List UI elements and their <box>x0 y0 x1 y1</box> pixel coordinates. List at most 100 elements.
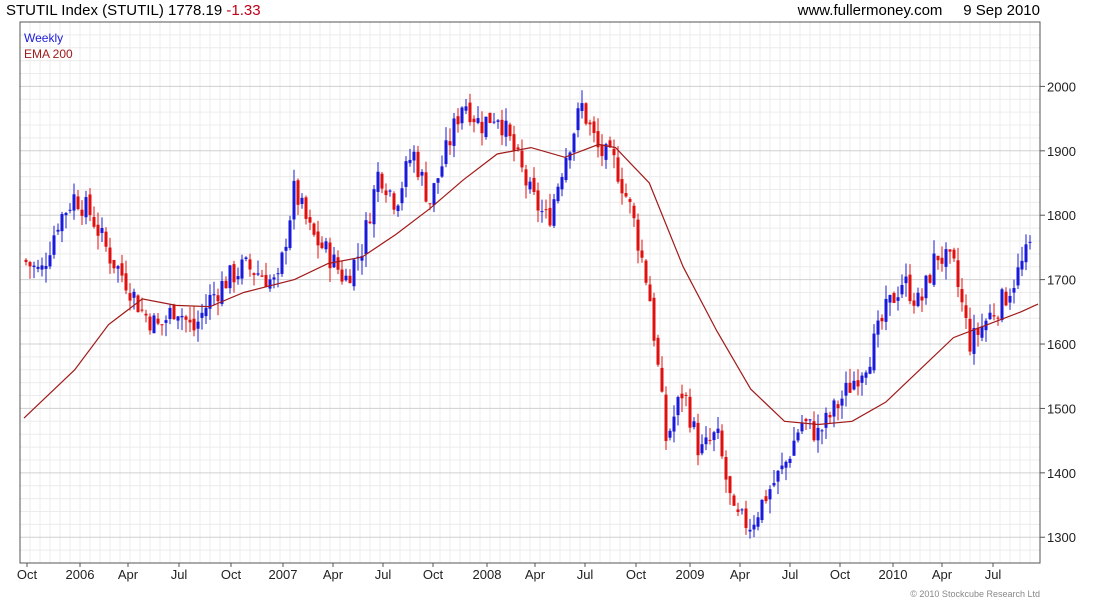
candle-down <box>720 430 724 457</box>
candle-down <box>316 231 320 246</box>
candle-down <box>512 134 516 151</box>
candle-down <box>856 380 860 387</box>
legend-ema: EMA 200 <box>24 47 73 61</box>
candle-up <box>540 211 544 213</box>
candle-down <box>588 122 592 125</box>
x-tick-label: 2009 <box>676 567 705 582</box>
candle-down <box>312 223 316 235</box>
candle-up <box>884 298 888 322</box>
candle-down <box>936 255 940 261</box>
candle-down <box>660 367 664 392</box>
candle-up <box>72 194 76 211</box>
x-tick-label: Oct <box>17 567 38 582</box>
candle-down <box>732 495 736 506</box>
candle-down <box>320 242 324 249</box>
candle-down <box>640 250 644 258</box>
x-tick-label: Apr <box>730 567 751 582</box>
x-tick-label: Jul <box>577 567 594 582</box>
candle-down <box>708 439 712 441</box>
x-tick-label: 2010 <box>879 567 908 582</box>
candle-down <box>448 141 452 146</box>
candle-up <box>572 133 576 153</box>
candle-up <box>580 103 584 111</box>
candle-up <box>904 276 908 284</box>
candle-down <box>392 193 396 210</box>
candle-down <box>652 297 656 341</box>
candle-up <box>800 422 804 432</box>
candle-up <box>560 176 564 190</box>
candle-down <box>624 193 628 197</box>
candle-up <box>808 419 812 421</box>
candle-up <box>388 190 392 192</box>
candle-up <box>916 292 920 307</box>
candle-up <box>436 178 440 183</box>
candle-down <box>104 231 108 247</box>
candle-up <box>504 120 508 137</box>
candle-down <box>912 300 916 306</box>
candle-down <box>124 273 128 291</box>
candle-up <box>496 120 500 122</box>
candle-down <box>120 263 124 276</box>
candle-up <box>932 253 936 285</box>
candle-down <box>160 324 164 326</box>
candle-down <box>144 313 148 316</box>
candle-up <box>152 315 156 334</box>
candle-up <box>412 151 416 161</box>
candle-up <box>52 235 56 255</box>
candle-down <box>996 317 1000 319</box>
candle-up <box>552 199 556 226</box>
candle-up <box>1024 244 1028 263</box>
candle-up <box>876 320 880 335</box>
candle-down <box>908 274 912 302</box>
candle-down <box>340 269 344 282</box>
candle-up <box>668 430 672 438</box>
candle-up <box>768 489 772 500</box>
candle-down <box>456 116 460 125</box>
candle-down <box>656 337 660 365</box>
candle-down <box>520 150 524 168</box>
candle-up <box>404 161 408 187</box>
candle-up <box>900 285 904 295</box>
candle-down <box>488 112 492 123</box>
candle-down <box>108 247 112 264</box>
candle-down <box>736 509 740 513</box>
candle-down <box>500 119 504 136</box>
candle-up <box>164 320 168 323</box>
candle-up <box>872 333 876 371</box>
candle-down <box>384 190 388 196</box>
x-tick-label: Apr <box>525 567 546 582</box>
candle-down <box>216 295 220 302</box>
candle-up <box>236 276 240 280</box>
candle-down <box>524 169 528 186</box>
candle-up <box>784 461 788 468</box>
candle-up <box>288 220 292 249</box>
y-tick-label: 1500 <box>1047 401 1076 416</box>
candle-down <box>952 249 956 259</box>
candle-up <box>372 189 376 225</box>
x-tick-label: Oct <box>626 567 647 582</box>
candle-up <box>48 255 52 267</box>
candle-down <box>140 309 144 311</box>
legend-weekly: Weekly <box>24 31 64 45</box>
candle-up <box>56 229 60 232</box>
candle-up <box>740 509 744 511</box>
candle-down <box>892 293 896 303</box>
candle-up <box>792 440 796 456</box>
candle-up <box>268 279 272 289</box>
candle-down <box>992 315 996 317</box>
candle-up <box>180 315 184 318</box>
candle-up <box>272 277 276 280</box>
candle-up <box>280 252 284 274</box>
candle-down <box>960 289 964 303</box>
x-tick-label: Oct <box>221 567 242 582</box>
candle-up <box>692 421 696 428</box>
candle-up <box>716 428 720 433</box>
candle-up <box>292 180 296 220</box>
candle-up <box>528 181 532 190</box>
candle-up <box>84 197 88 218</box>
candle-up <box>864 372 868 378</box>
candle-down <box>92 216 96 227</box>
candle-down <box>728 476 732 494</box>
candle-up <box>64 212 68 216</box>
candle-down <box>96 224 100 236</box>
